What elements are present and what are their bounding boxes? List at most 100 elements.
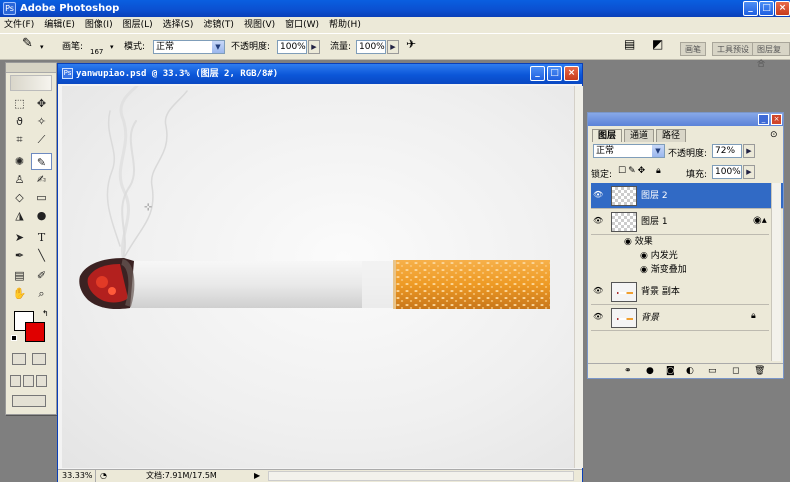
layer-row-layer2[interactable]: 👁︎ 图层 2 xyxy=(591,183,783,209)
layers-scrollbar[interactable] xyxy=(771,183,781,361)
background-color-swatch[interactable] xyxy=(25,322,45,342)
eye-icon[interactable]: 👁︎ xyxy=(593,191,603,199)
zoom-tool-icon[interactable]: ⌕ xyxy=(31,285,52,302)
brush-picker-arrow-icon[interactable]: ▾ xyxy=(110,40,114,54)
minimize-button[interactable]: _ xyxy=(743,1,758,16)
new-layer-icon[interactable]: ◻ xyxy=(732,364,739,379)
toolbox-header[interactable] xyxy=(6,63,56,73)
marquee-tool-icon[interactable]: ⬚ xyxy=(9,95,30,112)
menu-file[interactable]: 文件(F) xyxy=(4,17,34,33)
notes-tool-icon[interactable]: ▤ xyxy=(9,267,30,284)
document-size[interactable]: 文档:7.91M/17.5M xyxy=(146,470,217,482)
eye-icon[interactable]: 👁︎ xyxy=(593,313,603,321)
lock-icon[interactable]: 🔒︎ xyxy=(656,166,661,176)
trash-icon[interactable]: 🗑︎ xyxy=(754,364,765,379)
mode-select[interactable]: 正常 ▼ xyxy=(153,40,225,54)
magic-wand-icon[interactable]: ✧ xyxy=(31,113,52,130)
vertical-scrollbar[interactable] xyxy=(574,86,583,468)
add-mask-icon[interactable]: ◙ xyxy=(666,364,675,379)
effect-inner-glow[interactable]: ◉ 内发光 xyxy=(640,249,678,263)
new-group-icon[interactable]: ▭ xyxy=(708,364,717,379)
blur-tool-icon[interactable]: ◮ xyxy=(9,207,30,224)
menu-help[interactable]: 帮助(H) xyxy=(329,17,361,33)
status-menu-arrow-icon[interactable]: ▶ xyxy=(254,470,260,482)
layer-row-layer1[interactable]: 👁︎ 图层 1 ◉▴ xyxy=(591,209,769,235)
zoom-options-icon[interactable]: ◔ xyxy=(100,470,107,482)
fx-icon[interactable]: ◉▴ xyxy=(753,215,767,226)
menu-layer[interactable]: 图层(L) xyxy=(123,17,153,33)
airbrush-icon[interactable]: ✈ xyxy=(406,37,416,51)
flow-input[interactable]: 100% xyxy=(356,40,386,54)
image-canvas[interactable]: ⊹ xyxy=(62,84,574,468)
menu-filter[interactable]: 滤镜(T) xyxy=(203,17,234,33)
slice-tool-icon[interactable]: ⟋ xyxy=(31,131,52,148)
zoom-level[interactable]: 33.33% xyxy=(60,470,96,482)
link-layers-icon[interactable]: ⚭ xyxy=(624,364,632,379)
screen-mode-standard-icon[interactable] xyxy=(10,375,21,387)
doc-minimize-button[interactable]: _ xyxy=(530,66,545,81)
effects-group[interactable]: ◉ 效果 xyxy=(624,235,653,249)
hand-tool-icon[interactable]: ✋ xyxy=(9,285,30,302)
horizontal-scrollbar[interactable] xyxy=(268,471,574,481)
lock-options-icons[interactable]: ☐✎✥ xyxy=(618,166,647,176)
eye-icon[interactable]: 👁︎ xyxy=(593,217,603,225)
panel-close-button[interactable]: × xyxy=(771,114,782,125)
history-brush-icon[interactable]: ✍ xyxy=(31,171,52,188)
brush-size[interactable]: 167 xyxy=(90,45,103,59)
line-tool-icon[interactable]: ╲ xyxy=(31,247,52,264)
menu-image[interactable]: 图像(I) xyxy=(85,17,113,33)
brush-tool-icon[interactable]: ✎ xyxy=(31,153,52,170)
flow-slider-button[interactable]: ▶ xyxy=(387,40,399,54)
doc-close-button[interactable]: × xyxy=(564,66,579,81)
palette-well-icon[interactable]: ◩ xyxy=(652,37,663,51)
pen-tool-icon[interactable]: ✒ xyxy=(9,247,30,264)
quick-mask-icon[interactable] xyxy=(32,353,46,365)
tab-layers[interactable]: 图层 xyxy=(592,129,623,142)
tab-channels[interactable]: 通道 xyxy=(624,129,655,142)
layer-opacity-slider-button[interactable]: ▶ xyxy=(743,144,755,158)
tool-preset-dropdown-icon[interactable]: ▾ xyxy=(40,40,44,54)
screen-mode-full-icon[interactable] xyxy=(36,375,47,387)
layer-row-background[interactable]: 👁︎ 背景 🔒︎ xyxy=(591,305,769,331)
doc-maximize-button[interactable]: □ xyxy=(547,66,562,81)
menu-select[interactable]: 选择(S) xyxy=(163,17,194,33)
gradient-tool-icon[interactable]: ▭ xyxy=(31,189,52,206)
screen-mode-menubar-icon[interactable] xyxy=(23,375,34,387)
tab-layer-comps[interactable]: 图层复合 xyxy=(752,42,790,68)
effect-gradient-overlay[interactable]: ◉ 渐变叠加 xyxy=(640,263,687,277)
clone-stamp-icon[interactable]: ♙ xyxy=(9,171,30,188)
healing-brush-icon[interactable]: ✺ xyxy=(9,153,30,170)
blend-mode-select[interactable]: 正常 ▼ xyxy=(593,144,665,158)
maximize-button[interactable]: □ xyxy=(759,1,774,16)
opacity-slider-button[interactable]: ▶ xyxy=(308,40,320,54)
eyedropper-icon[interactable]: ✐ xyxy=(31,267,52,284)
swap-colors-icon[interactable]: ↰ xyxy=(42,309,49,318)
default-colors-icon[interactable] xyxy=(11,335,17,341)
opacity-input[interactable]: 100% xyxy=(277,40,307,54)
panel-minimize-button[interactable]: _ xyxy=(758,114,769,125)
eraser-tool-icon[interactable]: ◇ xyxy=(9,189,30,206)
brush-tool-icon[interactable]: ✎ xyxy=(22,37,33,51)
menu-window[interactable]: 窗口(W) xyxy=(285,17,319,33)
eye-icon[interactable]: ◉ xyxy=(640,265,648,275)
file-browser-icon[interactable]: ▤ xyxy=(624,37,635,51)
path-select-icon[interactable]: ➤ xyxy=(9,229,30,246)
document-titlebar[interactable]: yanwupiao.psd @ 33.3% (图层 2, RGB/8#) xyxy=(58,64,582,84)
fill-input[interactable]: 100% xyxy=(712,165,742,179)
eye-icon[interactable]: ◉ xyxy=(624,237,632,247)
menu-view[interactable]: 视图(V) xyxy=(244,17,275,33)
crop-tool-icon[interactable]: ⌗ xyxy=(9,131,30,148)
tab-tool-presets[interactable]: 工具预设 xyxy=(712,42,754,56)
menu-edit[interactable]: 编辑(E) xyxy=(44,17,75,33)
fx-icon[interactable]: ● xyxy=(646,364,654,379)
jump-to-imageready-icon[interactable] xyxy=(12,395,46,407)
layer-row-background-copy[interactable]: 👁︎ 背景 副本 xyxy=(591,279,769,305)
eye-icon[interactable]: 👁︎ xyxy=(593,287,603,295)
layer-opacity-input[interactable]: 72% xyxy=(712,144,742,158)
feather-logo[interactable] xyxy=(10,75,52,91)
dodge-tool-icon[interactable]: ● xyxy=(31,207,52,224)
move-tool-icon[interactable]: ✥ xyxy=(31,95,52,112)
panel-menu-icon[interactable]: ⊙ xyxy=(770,130,778,140)
type-tool-icon[interactable]: T xyxy=(31,229,52,246)
tab-paths[interactable]: 路径 xyxy=(656,129,687,142)
